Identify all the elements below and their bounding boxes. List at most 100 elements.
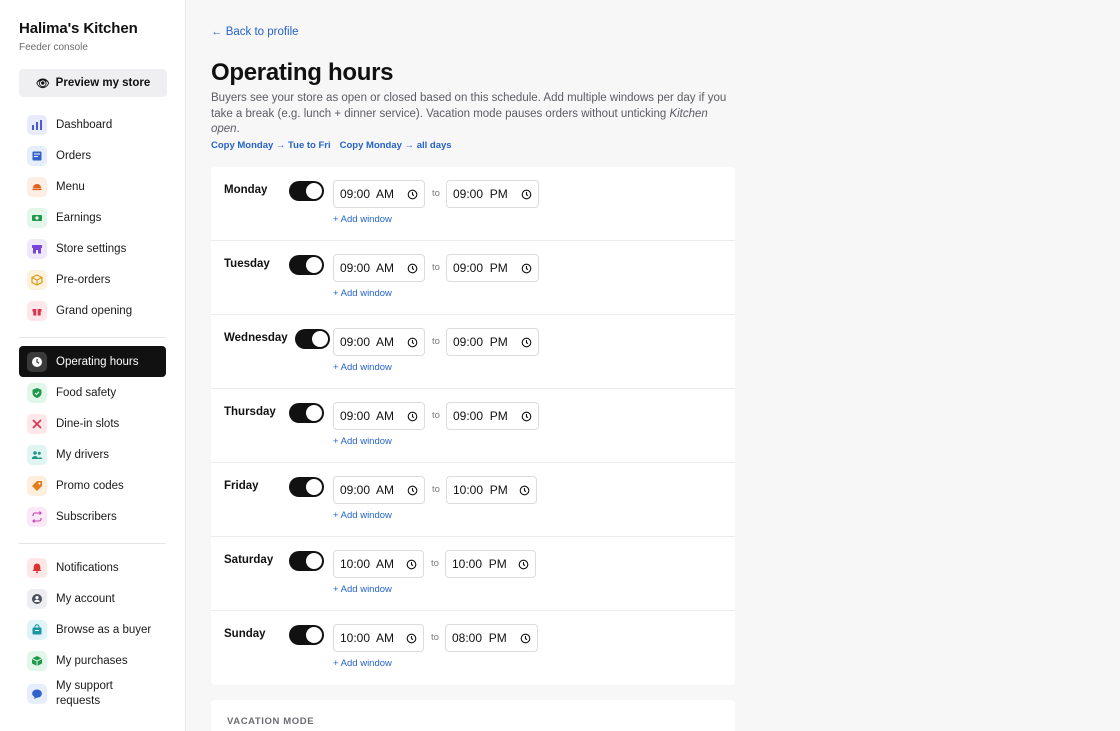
clock-icon[interactable] [521, 337, 532, 348]
day-name: Wednesday [224, 332, 288, 344]
to-label: to [432, 410, 440, 421]
sidebar-item-browse-as-a-buyer[interactable]: Browse as a buyer [19, 614, 166, 645]
clock-icon[interactable] [406, 633, 417, 644]
sidebar-item-dine-in-slots[interactable]: Dine-in slots [19, 408, 166, 439]
utensils-icon [27, 413, 47, 434]
open-time-input[interactable]: 10:00 AM [333, 550, 424, 578]
sidebar-item-my-account[interactable]: My account [19, 583, 166, 614]
day-enabled-toggle[interactable] [289, 477, 324, 497]
open-time-input[interactable]: 09:00 AM [333, 402, 425, 430]
day-enabled-toggle[interactable] [295, 329, 330, 349]
sidebar-item-earnings[interactable]: Earnings [19, 202, 166, 233]
add-window-link[interactable]: + Add window [333, 584, 392, 595]
clock-icon[interactable] [519, 485, 530, 496]
sidebar-item-store-settings[interactable]: Store settings [19, 233, 166, 264]
close-time-input[interactable]: 09:00 PM [446, 328, 539, 356]
brand-subtitle: Feeder console [19, 42, 88, 53]
to-label: to [432, 188, 440, 199]
toggle-knob [306, 553, 322, 569]
close-time-input[interactable]: 09:00 PM [446, 402, 539, 430]
open-time-input[interactable]: 09:00 AM [333, 328, 425, 356]
chat-icon [27, 684, 47, 704]
nav-divider [19, 337, 166, 338]
sidebar-item-label: Operating hours [56, 355, 139, 368]
clock-icon[interactable] [521, 263, 532, 274]
sidebar-item-grand-opening[interactable]: Grand opening [19, 295, 166, 326]
page-description: Buyers see your store as open or closed … [211, 91, 735, 138]
clock-icon[interactable] [521, 189, 532, 200]
toggle-knob [306, 405, 322, 421]
day-row-wednesday: Wednesday 09:00 AM to 09:00 PM + Add window [211, 315, 735, 389]
sidebar: Halima's Kitchen Feeder console 👁 Previe… [0, 0, 186, 731]
sidebar-item-pre-orders[interactable]: Pre-orders [19, 264, 166, 295]
sidebar-item-label: Notifications [56, 561, 119, 574]
add-window-link[interactable]: + Add window [333, 362, 392, 373]
clock-icon[interactable] [407, 411, 418, 422]
sidebar-item-notifications[interactable]: Notifications [19, 552, 166, 583]
sidebar-item-label: Pre-orders [56, 273, 111, 286]
sidebar-item-operating-hours[interactable]: Operating hours [19, 346, 166, 377]
to-label: to [431, 558, 439, 569]
sidebar-item-label: My purchases [56, 654, 128, 667]
clock-icon[interactable] [407, 263, 418, 274]
add-window-link[interactable]: + Add window [333, 288, 392, 299]
close-time-value: 09:00 PM [453, 409, 508, 423]
add-window-link[interactable]: + Add window [333, 436, 392, 447]
close-time-value: 08:00 PM [452, 631, 507, 645]
clock-icon[interactable] [521, 411, 532, 422]
preview-store-button[interactable]: 👁 Preview my store [19, 69, 167, 97]
clock-icon[interactable] [406, 559, 417, 570]
sidebar-item-my-support-requests[interactable]: My support requests [19, 676, 166, 712]
open-time-input[interactable]: 10:00 AM [333, 624, 424, 652]
day-enabled-toggle[interactable] [289, 625, 324, 645]
sidebar-item-menu[interactable]: Menu [19, 171, 166, 202]
to-label: to [432, 484, 440, 495]
close-time-input[interactable]: 09:00 PM [446, 254, 539, 282]
preview-store-label: Preview my store [55, 77, 151, 89]
copy-monday-weekdays-link[interactable]: Copy Monday → Tue to Fri [211, 140, 331, 151]
close-time-input[interactable]: 08:00 PM [445, 624, 538, 652]
close-time-input[interactable]: 09:00 PM [446, 180, 539, 208]
sidebar-item-label: Dashboard [56, 118, 113, 131]
sidebar-item-my-purchases[interactable]: My purchases [19, 645, 166, 676]
clock-icon[interactable] [518, 559, 529, 570]
sidebar-item-food-safety[interactable]: Food safety [19, 377, 166, 408]
day-enabled-toggle[interactable] [289, 255, 324, 275]
open-time-input[interactable]: 09:00 AM [333, 476, 425, 504]
sidebar-item-my-drivers[interactable]: My drivers [19, 439, 166, 470]
sidebar-item-subscribers[interactable]: Subscribers [19, 501, 166, 532]
day-enabled-toggle[interactable] [289, 403, 324, 423]
day-enabled-toggle[interactable] [289, 551, 324, 571]
sidebar-item-label: Earnings [56, 211, 102, 224]
shield-icon [27, 382, 47, 403]
close-time-input[interactable]: 10:00 PM [445, 550, 536, 578]
clock-icon[interactable] [407, 485, 418, 496]
sidebar-item-label: Subscribers [56, 510, 117, 523]
open-time-input[interactable]: 09:00 AM [333, 180, 425, 208]
add-window-link[interactable]: + Add window [333, 510, 392, 521]
bag-icon [27, 619, 47, 640]
open-time-input[interactable]: 09:00 AM [333, 254, 425, 282]
add-window-link[interactable]: + Add window [333, 214, 392, 225]
sidebar-item-orders[interactable]: Orders [19, 140, 166, 171]
to-label: to [432, 336, 440, 347]
day-row-monday: Monday 09:00 AM to 09:00 PM + Add window [211, 167, 735, 241]
day-enabled-toggle[interactable] [289, 181, 324, 201]
back-to-profile-link[interactable]: ← Back to profile [211, 26, 299, 38]
sidebar-nav: Dashboard Orders Menu Earnings Store setting… [19, 109, 166, 712]
copy-monday-all-link[interactable]: Copy Monday → all days [340, 140, 452, 151]
description-end: . [236, 123, 240, 135]
close-time-input[interactable]: 10:00 PM [446, 476, 537, 504]
open-time-value: 09:00 AM [340, 409, 395, 423]
add-window-link[interactable]: + Add window [333, 658, 392, 669]
sidebar-item-dashboard[interactable]: Dashboard [19, 109, 166, 140]
brand-title: Halima's Kitchen [19, 20, 138, 37]
close-time-value: 09:00 PM [453, 187, 508, 201]
clock-icon[interactable] [407, 189, 418, 200]
sidebar-item-promo-codes[interactable]: Promo codes [19, 470, 166, 501]
sidebar-item-label: Dine-in slots [56, 417, 120, 430]
clock-icon[interactable] [407, 337, 418, 348]
clock-icon[interactable] [520, 633, 531, 644]
sidebar-item-label: Menu [56, 180, 85, 193]
clock-icon [27, 351, 47, 372]
